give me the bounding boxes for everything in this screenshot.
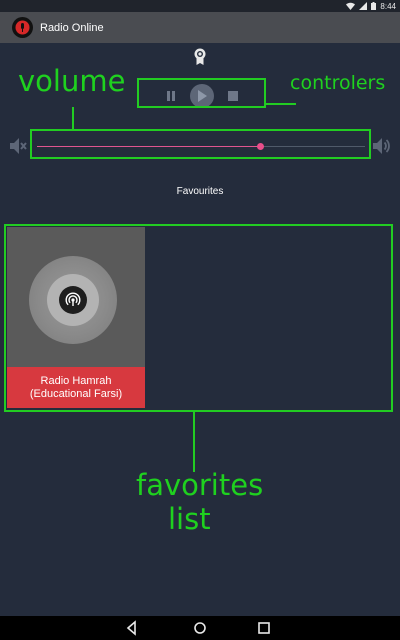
radio-logo-icon [12,17,33,38]
wifi-icon [346,2,356,10]
favourites-annotation-box [4,224,393,412]
battery-icon [371,2,377,10]
controllers-annotation-line [266,103,296,105]
home-icon[interactable] [192,620,208,636]
volume-up-icon[interactable] [371,136,391,156]
volume-mute-icon[interactable] [8,136,28,156]
app-bar: Radio Online [0,12,400,43]
signal-icon [359,2,368,10]
navigation-bar [0,616,400,640]
app-title: Radio Online [40,21,104,34]
status-bar: 8:44 [0,0,400,12]
controllers-annotation: controlers [290,72,386,94]
favourites-annotation-line2: list [168,502,211,536]
favourites-annotation-line [193,412,195,472]
favourites-annotation-line1: favorites [136,468,264,502]
back-icon[interactable] [124,620,140,636]
controllers-annotation-box [137,78,266,108]
volume-annotation-line [72,107,74,129]
award-badge-icon [194,48,206,65]
recents-icon[interactable] [256,620,272,636]
volume-annotation: volume [18,64,126,98]
volume-annotation-box [30,129,371,159]
status-time: 8:44 [380,1,396,11]
favourites-title: Favourites [176,186,224,197]
